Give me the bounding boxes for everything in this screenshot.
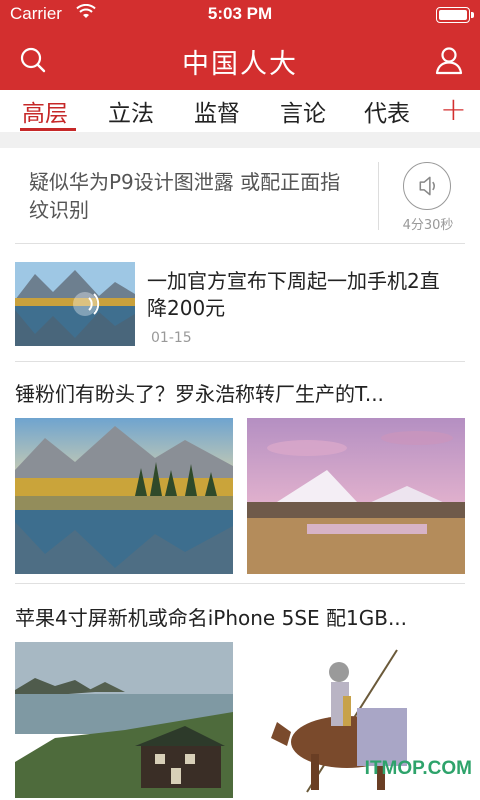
divider: [378, 162, 379, 230]
news-image: [247, 418, 465, 574]
nav-bar: 中国人大: [0, 30, 480, 90]
tab-lifa[interactable]: 立法: [108, 94, 154, 128]
news-date: 01-15: [151, 330, 192, 346]
news-item[interactable]: 一加官方宣布下周起一加手机2直降200元 01-15: [15, 246, 465, 362]
add-channel-button[interactable]: +: [440, 90, 467, 128]
news-title: 一加官方宣布下周起一加手机2直降200元: [147, 269, 440, 320]
news-title: 锤粉们有盼头了？罗永浩称转厂生产的T...: [15, 382, 384, 406]
tab-daibiao[interactable]: 代表: [364, 94, 410, 128]
news-item-multi[interactable]: 锤粉们有盼头了？罗永浩称转厂生产的T...: [15, 362, 465, 584]
tab-yanlun[interactable]: 言论: [280, 94, 326, 128]
clock: 5:03 PM: [207, 4, 273, 23]
audio-news-title: 疑似华为P9设计图泄露 或配正面指纹识别: [29, 170, 341, 222]
section-spacer: [0, 132, 480, 148]
user-icon[interactable]: [433, 44, 465, 76]
active-tab-indicator: [20, 128, 76, 131]
tab-gaoceng[interactable]: 高层: [22, 94, 68, 128]
news-image: [15, 642, 233, 798]
channel-tabs: 高层 立法 监督 言论 代表 +: [0, 90, 480, 132]
news-image: [15, 418, 233, 574]
audio-duration: 4分30秒: [402, 218, 454, 233]
tab-jiandu[interactable]: 监督: [194, 94, 240, 128]
app-title: 中国人大: [182, 49, 298, 80]
news-title: 苹果4寸屏新机或命名iPhone 5SE 配1GB...: [15, 606, 408, 630]
news-thumbnail: [15, 262, 135, 346]
watermark: ITMOP.COM: [364, 758, 472, 779]
speaker-icon[interactable]: [403, 162, 451, 210]
audio-news-item[interactable]: 疑似华为P9设计图泄露 或配正面指纹识别 4分30秒: [15, 148, 465, 244]
battery-level: [439, 10, 467, 20]
status-bar: Carrier 5:03 PM: [0, 0, 480, 30]
battery-icon: [436, 7, 474, 23]
